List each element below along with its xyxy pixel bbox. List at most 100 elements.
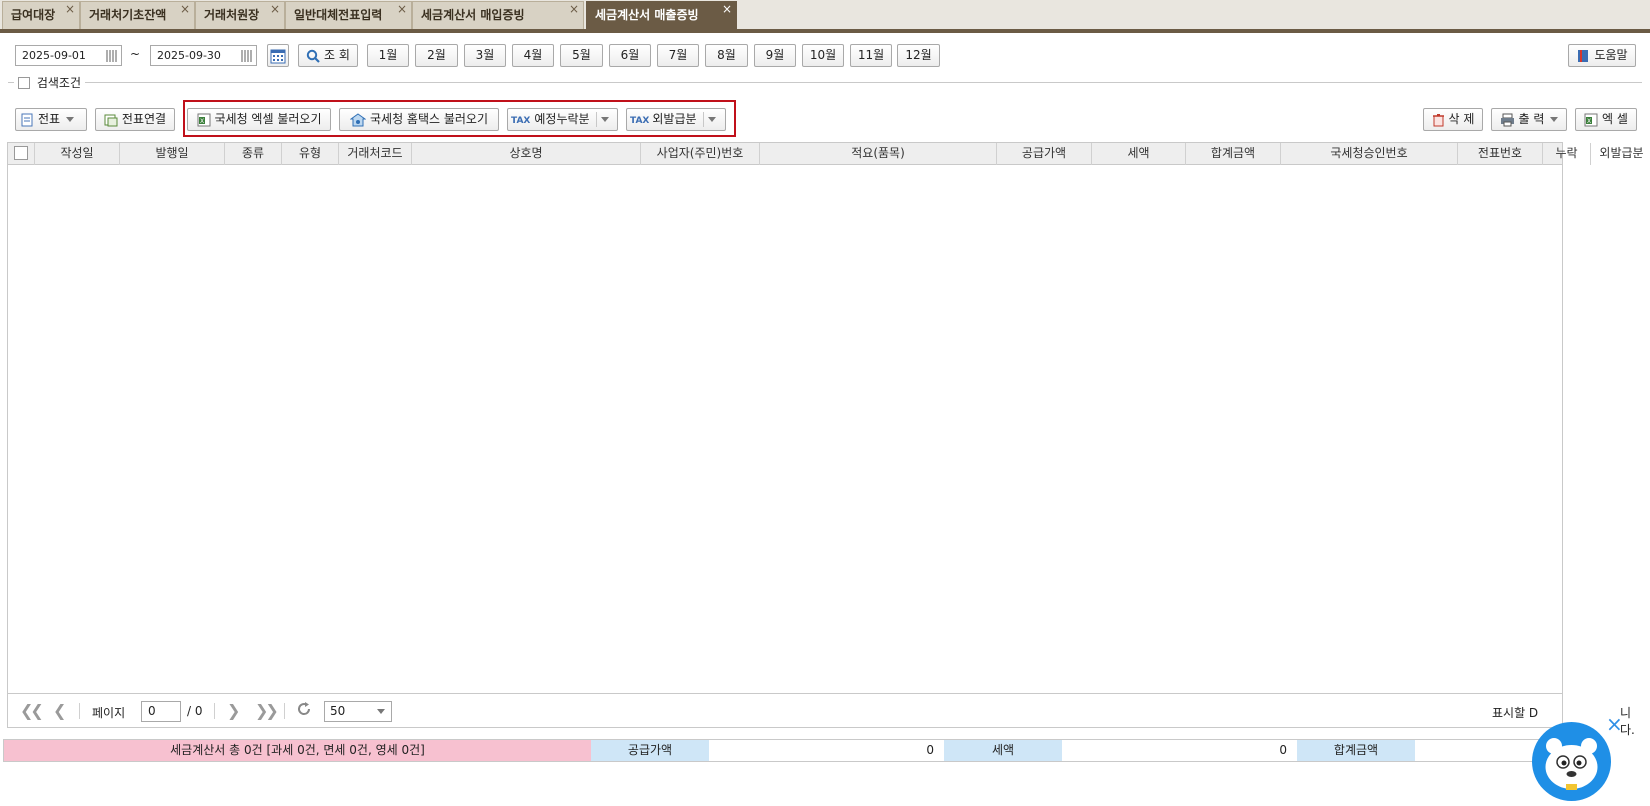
month-button-9[interactable]: 9월 [754,44,796,67]
month-button-8[interactable]: 8월 [705,44,748,67]
chevron-down-icon [66,117,75,122]
help-button[interactable]: 도움말 [1568,44,1636,67]
col-header-description[interactable]: 적요(품목) [760,143,997,165]
total-pages: / 0 [187,704,203,718]
bear-mascot-icon [1545,738,1598,790]
col-header-business-number[interactable]: 사업자(주민)번호 [641,143,760,165]
col-header-nts-approval-number[interactable]: 국세청승인번호 [1281,143,1458,165]
tax-icon: TAX [511,116,531,126]
chatbot-mascot-button[interactable] [1532,722,1611,801]
date-range-separator: ~ [130,47,141,61]
scheduled-omission-dropdown[interactable]: TAX 예정누락분 [507,108,618,131]
close-icon[interactable]: × [397,0,407,22]
close-icon[interactable]: × [65,0,75,22]
tab-label: 급여대장 [11,8,56,22]
nts-hometax-import-button[interactable]: 국세청 홈택스 불러오기 [339,108,499,131]
page-size-value: 50 [330,704,346,718]
month-button-10[interactable]: 10월 [802,44,844,67]
col-header-client-code[interactable]: 거래처코드 [339,143,412,165]
excel-label: 엑 셀 [1602,112,1628,126]
tab-general-voucher-entry[interactable]: 일반대체전표입력 × [285,1,412,29]
month-button-4[interactable]: 4월 [512,44,554,67]
nts-excel-import-button[interactable]: X 국세청 엑셀 불러오기 [187,108,331,131]
help-book-icon [1578,49,1589,62]
chevron-down-icon[interactable] [600,117,609,122]
document-icon [21,113,33,126]
delete-label: 삭 제 [1448,112,1475,126]
col-header-voucher-number[interactable]: 전표번호 [1458,143,1543,165]
excel-icon: X [1584,113,1598,126]
next-page-icon[interactable]: ❯ [227,701,240,720]
search-condition-label: 검색조건 [36,76,81,90]
chevron-down-icon[interactable] [707,117,716,122]
tab-tax-invoice-purchase[interactable]: 세금계산서 매입증빙 × [412,1,584,29]
calendar-picker-icon[interactable] [106,50,118,62]
search-condition-checkbox[interactable] [18,76,30,89]
pager-divider [284,703,285,719]
col-header-supply-amount[interactable]: 공급가액 [997,143,1092,165]
grid-pager: ❮❮ ❮ 페이지 0 / 0 ❯ ❯❯ 50 표시할 D 니다. [8,693,1635,737]
month-button-1[interactable]: 1월 [367,44,409,67]
print-dropdown[interactable]: 출 력 [1491,108,1567,131]
tab-payroll-ledger[interactable]: 급여대장 × [2,1,80,29]
voucher-dropdown[interactable]: 전표 [15,108,87,131]
summary-bar: 세금계산서 총 0건 [과세 0건, 면세 0건, 영세 0건] 공급가액 0 … [3,739,1565,762]
tab-label: 거래처원장 [204,8,260,22]
hometax-icon [349,112,366,126]
calendar-button[interactable] [267,44,289,67]
late-issue-dropdown[interactable]: TAX 외발급분 [626,108,726,131]
mascot-close-icon[interactable]: × [1606,714,1623,734]
month-button-6[interactable]: 6월 [609,44,651,67]
tax-invoice-grid: 작성일 발행일 종류 유형 거래처코드 상호명 사업자(주민)번호 적요(품목)… [7,142,1644,737]
search-condition-divider [8,82,1642,83]
summary-supply-value: 0 [709,740,944,761]
page-number-input[interactable]: 0 [141,701,181,722]
date-from-input[interactable]: 2025-09-01 [15,45,122,66]
col-header-kind[interactable]: 종류 [225,143,282,165]
refresh-icon[interactable] [295,700,313,721]
tab-client-ledger[interactable]: 거래처원장 × [195,1,285,29]
search-icon [306,49,320,63]
page-size-select[interactable]: 50 [324,701,392,722]
select-all-checkbox[interactable] [14,146,28,160]
tax-icon: TAX [630,116,650,126]
prev-page-icon[interactable]: ❮ [53,701,66,720]
col-header-company-name[interactable]: 상호명 [412,143,641,165]
month-button-7[interactable]: 7월 [657,44,699,67]
excel-export-button[interactable]: X엑 셀 [1575,108,1637,131]
svg-text:X: X [200,118,204,125]
col-header-omission[interactable]: 누락 [1543,143,1591,165]
col-header-tax-amount[interactable]: 세액 [1092,143,1186,165]
close-icon[interactable]: × [180,0,190,22]
close-icon[interactable]: × [569,0,579,22]
month-button-2[interactable]: 2월 [415,44,458,67]
month-button-12[interactable]: 12월 [897,44,940,67]
calendar-picker-icon[interactable] [241,50,253,62]
tab-tax-invoice-sales[interactable]: 세금계산서 매출증빙 × [586,1,737,29]
tab-client-opening-balance[interactable]: 거래처기초잔액 × [80,1,195,29]
select-all-cell [8,143,35,165]
close-icon[interactable]: × [270,0,280,22]
search-button[interactable]: 조 회 [298,44,358,67]
col-header-write-date[interactable]: 작성일 [35,143,120,165]
month-button-5[interactable]: 5월 [560,44,603,67]
voucher-label: 전표 [38,112,61,126]
month-button-11[interactable]: 11월 [850,44,892,67]
col-header-total-amount[interactable]: 합계금액 [1186,143,1281,165]
delete-button[interactable]: 삭 제 [1423,108,1483,131]
page-label: 페이지 [92,706,126,720]
col-header-issue-date[interactable]: 발행일 [120,143,225,165]
search-condition-toggle[interactable]: 검색조건 [14,74,85,90]
last-page-icon[interactable]: ❯❯ [255,701,279,720]
col-header-late-issue[interactable]: 외발급분 [1591,143,1650,165]
month-button-3[interactable]: 3월 [464,44,506,67]
search-button-label: 조 회 [324,48,350,62]
close-icon[interactable]: × [722,0,732,22]
col-header-type[interactable]: 유형 [282,143,339,165]
date-to-input[interactable]: 2025-09-30 [150,45,257,66]
first-page-icon[interactable]: ❮❮ [20,701,44,720]
dropdown-separator [702,112,704,127]
voucher-link-button[interactable]: 전표연결 [95,108,175,131]
grid-header: 작성일 발행일 종류 유형 거래처코드 상호명 사업자(주민)번호 적요(품목)… [8,143,1644,165]
tab-label: 거래처기초잔액 [89,8,167,22]
